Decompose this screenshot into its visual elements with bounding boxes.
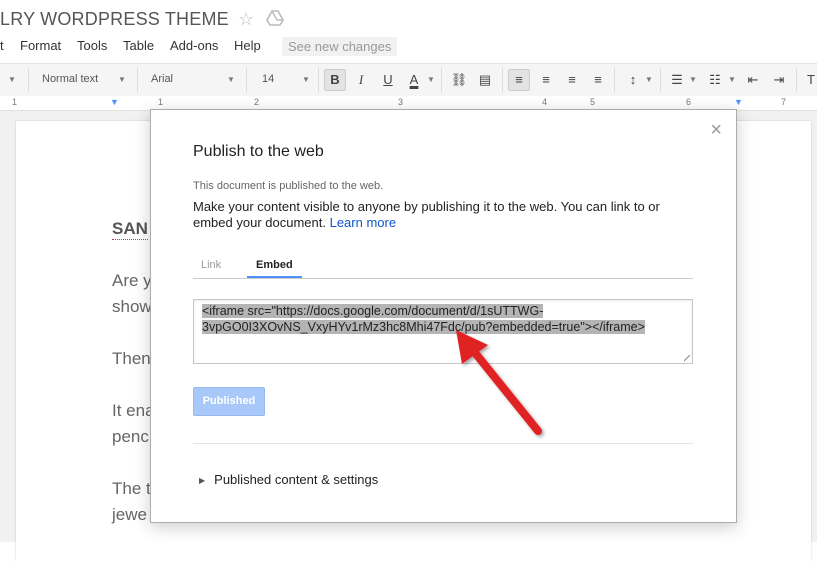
see-new-changes-button[interactable]: See new changes xyxy=(282,37,398,56)
star-icon[interactable]: ☆ xyxy=(238,9,254,30)
dialog-title: Publish to the web xyxy=(193,143,324,160)
ruler-number: 6 xyxy=(686,97,692,107)
ruler-number: 2 xyxy=(254,97,260,107)
menu-bar: t Format Tools Table Add-ons Help See ne… xyxy=(0,36,817,60)
style-caret-icon[interactable]: ▼ xyxy=(118,75,126,84)
font-size-dropdown[interactable]: 14 xyxy=(262,73,274,85)
embed-code-line: 3vpGO0I3XOvNS_VxyHYv1rMz3hc8Mhi47Fdc/pub… xyxy=(202,320,645,334)
settings-label: Published content & settings xyxy=(214,472,379,487)
underline-icon[interactable]: U xyxy=(377,69,399,91)
menu-insert[interactable]: t xyxy=(0,38,4,53)
ruler-number: 3 xyxy=(398,97,404,107)
drive-icon[interactable] xyxy=(266,10,284,26)
style-dropdown[interactable]: Normal text xyxy=(42,73,98,85)
description-text: Make your content visible to anyone by p… xyxy=(193,199,660,230)
toolbar-divider xyxy=(137,68,138,92)
align-left-icon[interactable]: ≡ xyxy=(508,69,530,91)
menu-tools[interactable]: Tools xyxy=(77,38,107,53)
toolbar-divider xyxy=(318,68,319,92)
align-right-icon[interactable]: ≡ xyxy=(561,69,583,91)
text-color-icon[interactable]: A xyxy=(403,69,425,91)
annotation-arrow-icon xyxy=(456,330,542,435)
indent-marker-icon[interactable]: ▼ xyxy=(110,97,119,107)
italic-icon[interactable]: I xyxy=(350,69,372,91)
link-icon[interactable]: ⛓ xyxy=(448,69,470,91)
document-line: show xyxy=(112,297,152,316)
bulleted-list-icon[interactable]: ☷ xyxy=(704,69,726,91)
published-settings-toggle[interactable]: ▶ Published content & settings xyxy=(199,472,378,487)
font-caret-icon[interactable]: ▼ xyxy=(227,75,235,84)
bulleted-list-caret-icon[interactable]: ▼ xyxy=(728,75,736,84)
publish-to-web-dialog: × Publish to the web This document is pu… xyxy=(150,109,737,523)
align-center-icon[interactable]: ≡ xyxy=(535,69,557,91)
toolbar-divider xyxy=(502,68,503,92)
clear-formatting-icon[interactable]: T xyxy=(800,69,817,91)
toolbar-divider xyxy=(246,68,247,92)
comment-icon[interactable]: ▤ xyxy=(474,69,496,91)
ruler-number: 7 xyxy=(781,97,787,107)
toolbar-divider xyxy=(28,68,29,92)
resize-handle-icon[interactable] xyxy=(684,355,690,361)
learn-more-link[interactable]: Learn more xyxy=(330,215,396,230)
document-line: It ena xyxy=(112,401,155,420)
toolbar-divider xyxy=(614,68,615,92)
ruler-number: 1 xyxy=(12,97,18,107)
document-line: The t xyxy=(112,479,151,498)
toolbar-divider xyxy=(441,68,442,92)
menu-help[interactable]: Help xyxy=(234,38,261,53)
formatting-toolbar: ▼ Normal text ▼ Arial ▼ 14 ▼ B I U A ▼ ⛓… xyxy=(0,63,817,97)
text-color-caret-icon[interactable]: ▼ xyxy=(427,75,435,84)
line-spacing-caret-icon[interactable]: ▼ xyxy=(645,75,653,84)
line-spacing-icon[interactable]: ↕ xyxy=(622,69,644,91)
bold-icon[interactable]: B xyxy=(324,69,346,91)
right-indent-marker-icon[interactable]: ▼ xyxy=(734,97,743,107)
tab-embed[interactable]: Embed xyxy=(247,259,302,278)
document-line: penc xyxy=(112,427,149,446)
menu-table[interactable]: Table xyxy=(123,38,154,53)
menu-format[interactable]: Format xyxy=(20,38,61,53)
toolbar-divider xyxy=(660,68,661,92)
font-dropdown[interactable]: Arial xyxy=(151,73,173,85)
expand-triangle-icon: ▶ xyxy=(199,476,206,485)
ruler-number: 5 xyxy=(590,97,596,107)
document-heading: SAN xyxy=(112,219,148,240)
published-button[interactable]: Published xyxy=(193,387,265,416)
document-line: Then xyxy=(112,349,151,368)
decrease-indent-icon[interactable]: ⇤ xyxy=(742,69,764,91)
numbered-list-icon[interactable]: ☰ xyxy=(666,69,688,91)
document-line: jewe xyxy=(112,505,147,524)
toolbar-divider xyxy=(796,68,797,92)
title-bar: LRY WORDPRESS THEME ☆ xyxy=(0,0,817,36)
justify-icon[interactable]: ≡ xyxy=(587,69,609,91)
document-title[interactable]: LRY WORDPRESS THEME xyxy=(0,9,229,30)
embed-code-line: <iframe src="https://docs.google.com/doc… xyxy=(202,304,544,318)
font-size-caret-icon[interactable]: ▼ xyxy=(302,75,310,84)
ruler-number: 1 xyxy=(158,97,164,107)
zoom-caret-icon[interactable]: ▼ xyxy=(8,75,16,84)
tab-link[interactable]: Link xyxy=(201,259,221,271)
increase-indent-icon[interactable]: ⇥ xyxy=(768,69,790,91)
document-line: Are y xyxy=(112,271,152,290)
publish-status: This document is published to the web. xyxy=(193,180,384,192)
ruler-number: 4 xyxy=(542,97,548,107)
close-icon[interactable]: × xyxy=(710,120,722,140)
publish-tabs: Link Embed xyxy=(193,256,693,279)
numbered-list-caret-icon[interactable]: ▼ xyxy=(689,75,697,84)
dialog-description: Make your content visible to anyone by p… xyxy=(193,199,683,231)
menu-addons[interactable]: Add-ons xyxy=(170,38,218,53)
